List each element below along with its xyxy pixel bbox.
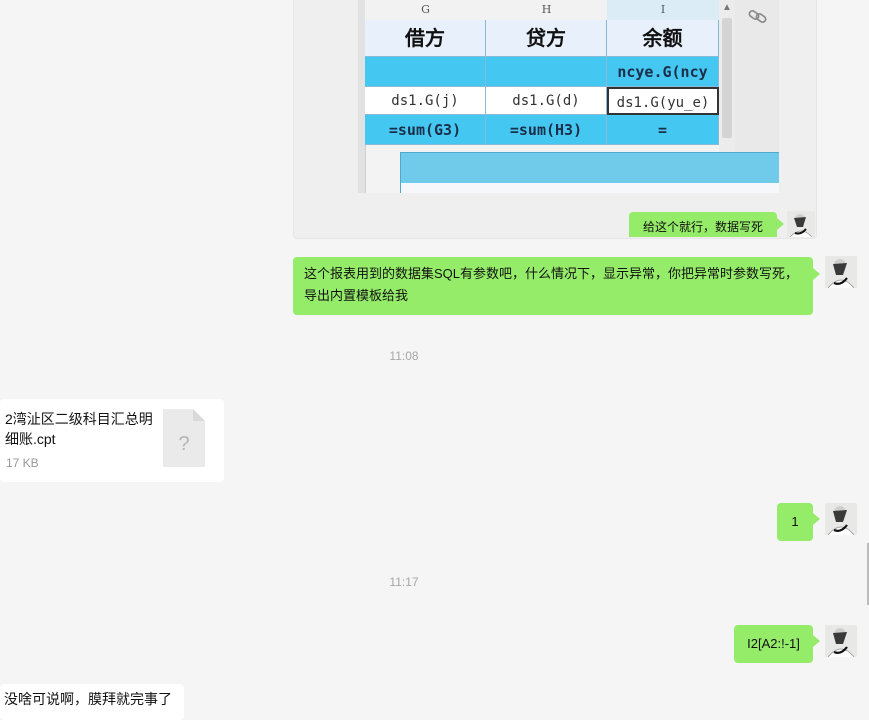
unknown-file-glyph: ? <box>178 433 190 455</box>
cell-i-formula: ncye.G(ncy <box>607 57 719 87</box>
file-name: 2湾沚区二级科目汇总明细账.cpt <box>5 411 153 447</box>
row-header-strip <box>358 0 365 193</box>
cell-g-blank <box>365 57 486 87</box>
bubble-tail <box>813 513 820 525</box>
cell-h-formula: ds1.G(d) <box>486 87 607 115</box>
scroll-up-icon[interactable]: ▲ <box>721 2 733 14</box>
file-message-card[interactable]: 2湾沚区二级科目汇总明细账.cpt 17 KB ? <box>0 399 224 482</box>
cell-g-formula: ds1.G(j) <box>365 87 486 115</box>
timestamp: 11:08 <box>389 349 419 363</box>
cell-g-sum: =sum(G3) <box>365 115 486 145</box>
user-avatar[interactable] <box>825 256 857 288</box>
link-icon[interactable] <box>746 6 770 26</box>
dialog-overlay <box>400 152 779 193</box>
cell-h-blank <box>486 57 607 87</box>
bubble-tail <box>813 268 820 280</box>
column-header-i: I <box>607 0 720 21</box>
sent-message-bubble[interactable]: I2[A2:!-1] <box>734 625 813 663</box>
file-icon: ? <box>163 409 205 467</box>
received-message-bubble[interactable]: 没啥可说啊，膜拜就完事了 <box>0 684 184 720</box>
column-header-h: H <box>486 0 608 21</box>
scrollbar-thumb[interactable] <box>722 18 732 138</box>
sent-message-bubble[interactable]: 给这个就行，数据写死 <box>629 212 777 237</box>
sent-message-bubble[interactable]: 这个报表用到的数据集SQL有参数吧，什么情况下，显示异常，你把异常时参数写死，导… <box>293 257 813 315</box>
cell-h-sum: =sum(H3) <box>486 115 607 145</box>
spreadsheet-screenshot[interactable]: G H I 借方 贷方 余额 ncye.G(ncy ds1.G(j) ds1.G… <box>358 0 779 193</box>
grid-line <box>365 145 366 193</box>
user-avatar[interactable] <box>825 503 857 535</box>
user-avatar[interactable] <box>825 625 857 657</box>
header-cell-balance: 余额 <box>607 20 719 57</box>
cell-i-formula-selected: ds1.G(yu_e) <box>607 87 719 115</box>
bubble-tail <box>813 635 820 647</box>
column-header-g: G <box>365 0 487 21</box>
header-cell-debit: 借方 <box>365 20 486 57</box>
timestamp: 11:17 <box>389 575 419 589</box>
file-size: 17 KB <box>6 456 39 470</box>
header-cell-credit: 贷方 <box>486 20 607 57</box>
sent-message-bubble[interactable]: 1 <box>777 503 813 541</box>
bubble-tail <box>777 218 784 230</box>
cell-i-sum: = <box>607 115 719 145</box>
user-avatar[interactable] <box>787 211 815 237</box>
dialog-body <box>401 183 779 193</box>
